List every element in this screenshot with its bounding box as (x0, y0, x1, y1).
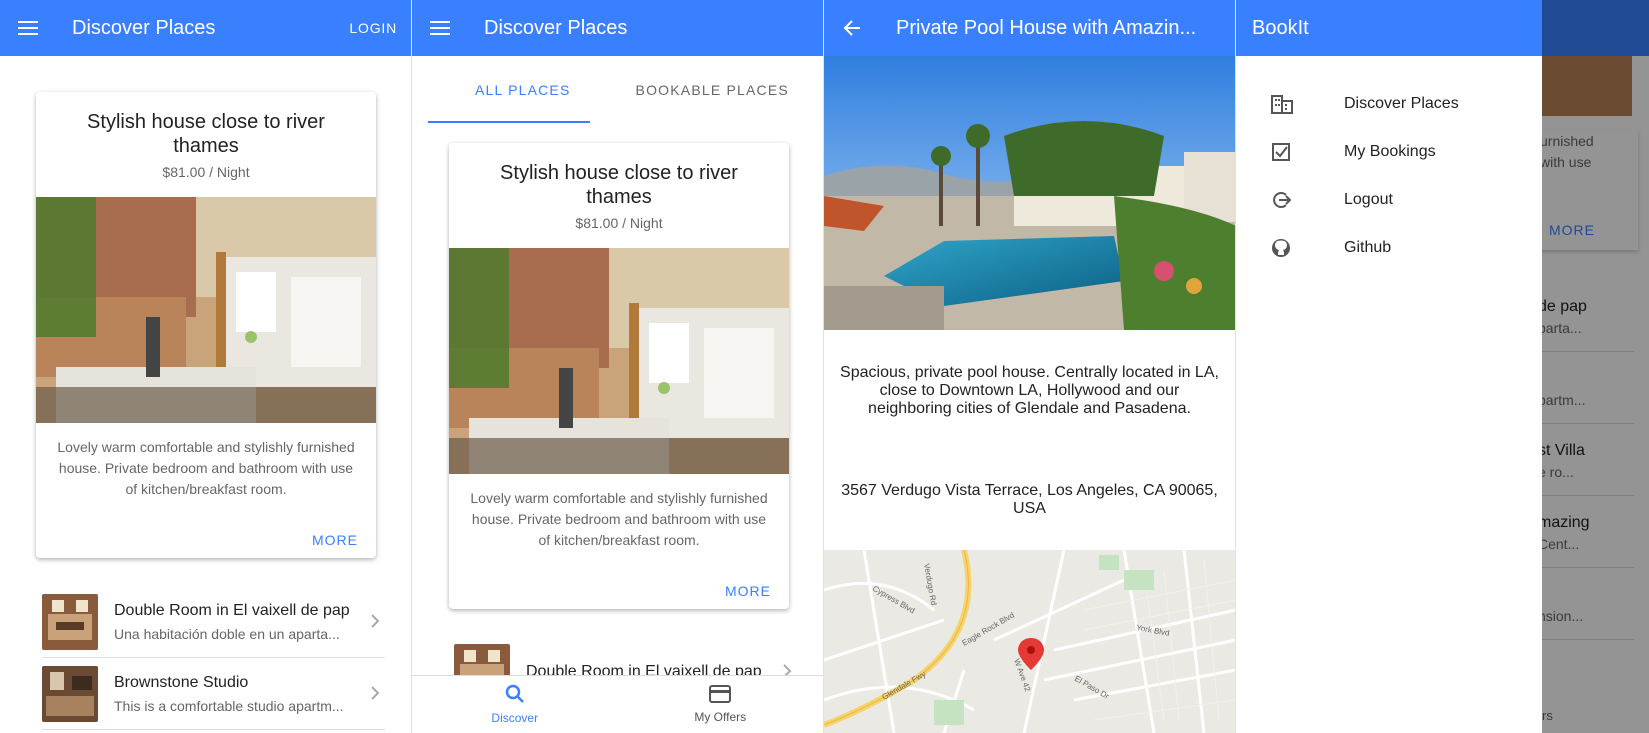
menu-icon[interactable] (0, 0, 56, 56)
chevron-right-icon (365, 681, 385, 707)
chevron-right-icon (365, 609, 385, 635)
place-thumbnail (42, 665, 98, 722)
page-title: Discover Places (72, 16, 216, 39)
bottom-tab-bar: Discover My Offers (412, 675, 823, 733)
github-icon (1236, 238, 1344, 258)
tab-discover[interactable]: Discover (412, 676, 618, 733)
more-button[interactable]: MORE (312, 532, 358, 548)
list-item-title: Double Room in El vaixell de pap (114, 601, 350, 619)
list-item-title: Brownstone Studio (114, 673, 249, 691)
menu-backdrop[interactable] (1542, 0, 1649, 733)
place-description: Spacious, private pool house. Centrally … (840, 364, 1219, 417)
tab-indicator (428, 121, 590, 123)
featured-place-card[interactable]: Stylish house close to river thames $81.… (449, 143, 789, 609)
card-icon (709, 685, 732, 710)
place-detail-panel: Private Pool House with Amazin... Spacio… (824, 0, 1236, 733)
segment-tabs: ALL PLACES BOOKABLE PLACES (428, 56, 807, 124)
page-title: Private Pool House with Amazin... (896, 16, 1197, 39)
tab-all-places[interactable]: ALL PLACES (428, 56, 618, 124)
tab-label: Discover (491, 711, 539, 725)
list-item[interactable]: Double Room in El vaixell de pap Una hab… (42, 586, 385, 658)
discover-places-panel: Discover Places LOGIN Stylish house clos… (0, 0, 412, 733)
place-image (36, 197, 376, 423)
card-description: Lovely warm comfortable and stylishly fu… (57, 439, 355, 497)
menu-item-label: Discover Places (1344, 95, 1459, 112)
search-icon (505, 684, 525, 711)
place-thumbnail (42, 593, 98, 650)
toolbar: Discover Places LOGIN (0, 0, 411, 56)
logout-icon (1236, 190, 1344, 210)
card-price: $81.00 / Night (575, 215, 663, 231)
menu-item-label: Logout (1344, 191, 1393, 208)
tab-bookable-places[interactable]: BOOKABLE PLACES (618, 56, 808, 124)
screen-composite: Discover Places LOGIN Stylish house clos… (0, 0, 1649, 733)
menu-icon[interactable] (412, 0, 468, 56)
card-title: Stylish house close to river thames (500, 162, 738, 208)
card-title: Stylish house close to river thames (87, 111, 325, 157)
list-item-subtitle: Una habitación doble en un aparta... (114, 625, 340, 642)
place-image (449, 248, 789, 474)
list-item[interactable]: Brownstone Studio This is a comfortable … (42, 658, 385, 730)
toolbar: Discover Places (412, 0, 823, 56)
tab-my-offers[interactable]: My Offers (618, 676, 824, 733)
business-icon (1236, 94, 1344, 114)
card-price: $81.00 / Night (162, 164, 250, 180)
card-description: Lovely warm comfortable and stylishly fu… (470, 490, 768, 548)
place-address: 3567 Verdugo Vista Terrace, Los Angeles,… (841, 482, 1218, 517)
discover-tabs-panel: Discover Places ALL PLACES BOOKABLE PLAC… (412, 0, 824, 733)
featured-place-card[interactable]: Stylish house close to river thames $81.… (36, 92, 376, 558)
menu-item-label: Github (1344, 239, 1392, 256)
more-button[interactable]: MORE (725, 583, 771, 599)
toolbar: Private Pool House with Amazin... (824, 0, 1235, 56)
location-map[interactable]: Verdugo Rd Cypress Blvd Eagle Rock Blvd … (824, 550, 1235, 733)
list-item-subtitle: This is a comfortable studio apartm... (114, 697, 344, 714)
page-title: Discover Places (484, 16, 628, 39)
arrow-back-icon[interactable] (824, 0, 880, 56)
checkbox-icon (1236, 142, 1344, 162)
menu-item-label: My Bookings (1344, 143, 1436, 160)
place-photo (824, 56, 1235, 330)
tab-label: My Offers (694, 710, 747, 724)
login-button[interactable]: LOGIN (349, 20, 411, 36)
